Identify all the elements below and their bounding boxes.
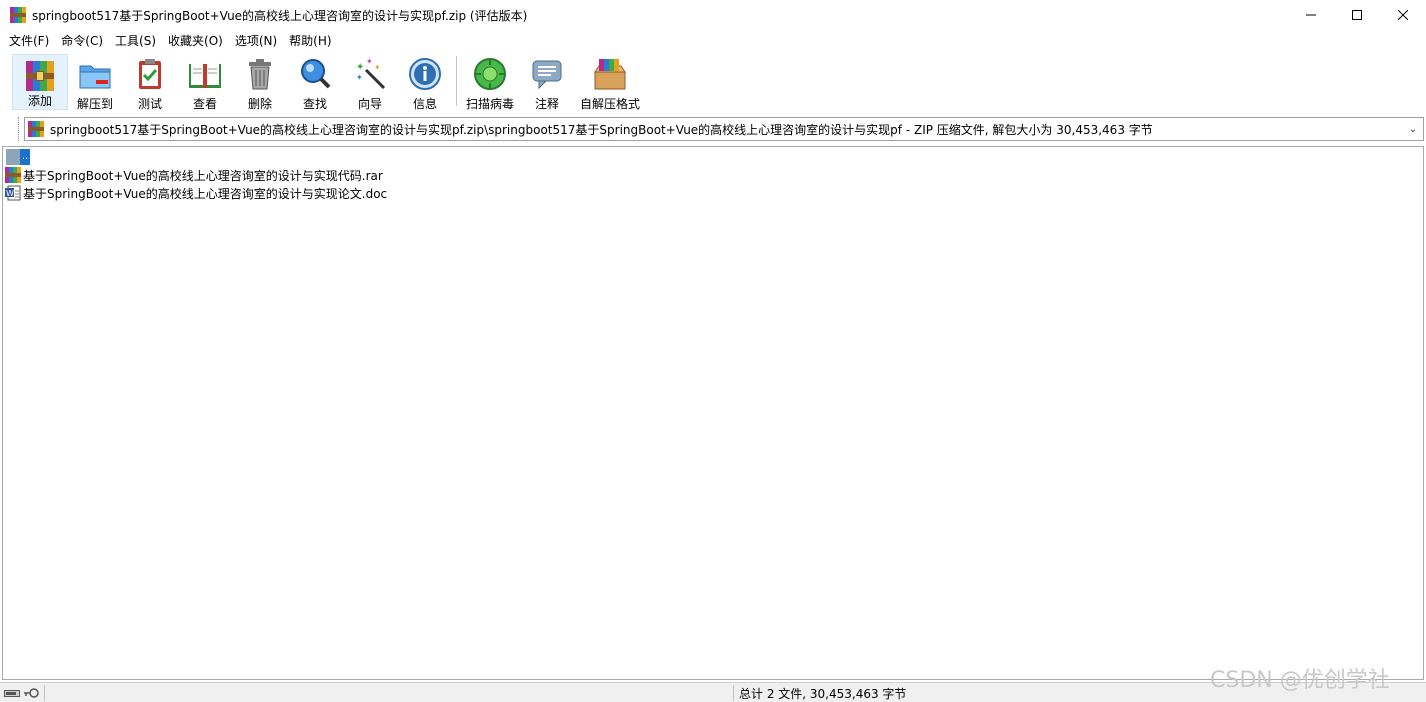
menu-options[interactable]: 选项(N)	[230, 32, 284, 49]
magnifier-icon	[297, 56, 333, 92]
status-divider	[44, 685, 45, 701]
open-book-icon	[187, 56, 223, 92]
toolbar: 添加 解压到 测试 查看 删除 查找 ✦ ✦ ✦ ✦ 向导 信息 扫描病毒 注释…	[0, 50, 1426, 114]
sfx-box-icon	[592, 56, 628, 92]
extract-to-label: 解压到	[76, 97, 113, 111]
svg-text:✦: ✦	[356, 62, 364, 73]
window-title: springboot517基于SpringBoot+Vue的高校线上心理咨询室的…	[32, 8, 528, 23]
add-label: 添加	[27, 94, 52, 108]
status-divider	[733, 685, 734, 701]
clipboard-check-icon	[132, 56, 168, 92]
menu-favorites[interactable]: 收藏夹(O)	[163, 32, 230, 49]
zip-archive-icon	[28, 121, 44, 137]
sfx-button[interactable]: 自解压格式	[580, 54, 641, 111]
sfx-label: 自解压格式	[580, 97, 641, 111]
menu-file[interactable]: 文件(F)	[0, 32, 56, 49]
watermark: CSDN @优创学社	[1210, 668, 1390, 693]
chevron-down-icon[interactable]: ⌄	[1403, 124, 1423, 135]
virus-scan-icon	[472, 56, 508, 92]
view-button[interactable]: 查看	[177, 54, 233, 111]
svg-text:W: W	[6, 189, 14, 198]
virus-scan-button[interactable]: 扫描病毒	[462, 54, 518, 111]
list-item[interactable]: 基于SpringBoot+Vue的高校线上心理咨询室的设计与实现代码.rar	[5, 166, 383, 184]
maximize-button[interactable]	[1334, 0, 1380, 30]
wizard-label: 向导	[357, 97, 382, 111]
rar-archive-icon	[5, 167, 21, 183]
delete-button[interactable]: 删除	[232, 54, 288, 111]
virus-scan-label: 扫描病毒	[465, 97, 514, 111]
trash-can-icon	[242, 56, 278, 92]
drive-icon[interactable]	[4, 688, 20, 698]
minimize-icon	[1306, 14, 1316, 16]
svg-text:✦: ✦	[356, 73, 363, 82]
winrar-app-icon	[10, 7, 26, 23]
test-button[interactable]: 测试	[122, 54, 178, 111]
updir-label: ..	[20, 149, 30, 165]
add-archive-icon	[22, 57, 58, 91]
view-label: 查看	[192, 97, 217, 111]
toolbar-separator	[456, 56, 457, 106]
comment-button[interactable]: 注释	[519, 54, 575, 111]
status-icons	[4, 686, 42, 700]
wizard-button[interactable]: ✦ ✦ ✦ ✦ 向导	[342, 54, 398, 111]
title-bar: springboot517基于SpringBoot+Vue的高校线上心理咨询室的…	[0, 0, 1426, 30]
info-button[interactable]: 信息	[397, 54, 453, 111]
folder-up-icon	[6, 149, 20, 165]
comment-bubble-icon	[529, 56, 565, 92]
file-name: 基于SpringBoot+Vue的高校线上心理咨询室的设计与实现论文.doc	[23, 186, 388, 201]
address-bar[interactable]: springboot517基于SpringBoot+Vue的高校线上心理咨询室的…	[24, 117, 1424, 141]
close-button[interactable]	[1380, 0, 1426, 30]
address-path: springboot517基于SpringBoot+Vue的高校线上心理咨询室的…	[50, 122, 1153, 137]
maximize-icon	[1352, 10, 1362, 20]
menu-bar: 文件(F) 命令(C) 工具(S) 收藏夹(O) 选项(N) 帮助(H)	[0, 30, 1426, 50]
info-label: 信息	[412, 97, 437, 111]
menu-command[interactable]: 命令(C)	[56, 32, 110, 49]
comment-label: 注释	[534, 97, 559, 111]
test-label: 测试	[137, 97, 162, 111]
find-button[interactable]: 查找	[287, 54, 343, 111]
magic-wand-icon: ✦ ✦ ✦ ✦	[352, 56, 388, 92]
svg-text:✦: ✦	[366, 57, 373, 66]
folder-extract-icon	[77, 56, 113, 92]
info-icon	[407, 56, 443, 92]
close-icon	[1398, 10, 1408, 20]
find-label: 查找	[302, 97, 327, 111]
add-button[interactable]: 添加	[12, 54, 68, 110]
menu-help[interactable]: 帮助(H)	[284, 32, 338, 49]
file-list: .. 基于SpringBoot+Vue的高校线上心理咨询室的设计与实现代码.ra…	[2, 146, 1424, 680]
word-document-icon: W	[5, 185, 21, 201]
key-icon[interactable]	[23, 687, 39, 699]
list-item[interactable]: W 基于SpringBoot+Vue的高校线上心理咨询室的设计与实现论文.doc	[5, 184, 387, 202]
status-summary: 总计 2 文件, 30,453,463 字节	[739, 687, 907, 701]
extract-to-button[interactable]: 解压到	[67, 54, 123, 111]
svg-text:✦: ✦	[374, 63, 381, 72]
address-bar-grip[interactable]	[18, 117, 21, 141]
minimize-button[interactable]	[1288, 0, 1334, 30]
parent-directory-item[interactable]: ..	[6, 149, 30, 165]
file-name: 基于SpringBoot+Vue的高校线上心理咨询室的设计与实现代码.rar	[23, 168, 383, 183]
delete-label: 删除	[247, 97, 272, 111]
menu-tools[interactable]: 工具(S)	[110, 32, 163, 49]
